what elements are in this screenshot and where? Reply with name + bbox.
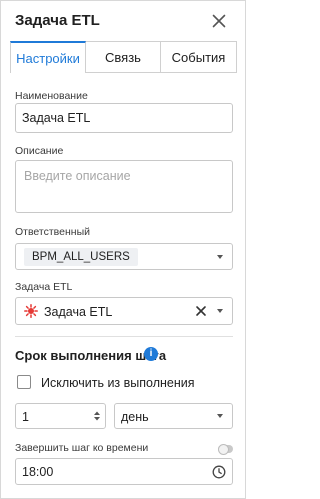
name-label: Наименование xyxy=(15,90,88,102)
etl-task-icon xyxy=(24,304,38,318)
close-button[interactable] xyxy=(209,11,229,31)
responsible-label: Ответственный xyxy=(15,226,90,238)
unit-value: день xyxy=(121,410,149,424)
panel-header: Задача ETL xyxy=(1,1,245,41)
divider xyxy=(15,336,233,337)
description-label: Описание xyxy=(15,145,64,157)
properties-panel: Задача ETL Настройки Связь События Наиме… xyxy=(0,0,246,499)
clear-icon[interactable] xyxy=(195,305,207,317)
finish-label: Завершить шаг ко времени xyxy=(15,442,149,454)
etl-task-label: Задача ETL xyxy=(15,281,73,293)
etl-task-value: Задача ETL xyxy=(44,305,113,319)
chevron-down-icon[interactable] xyxy=(217,254,223,259)
finish-toggle[interactable] xyxy=(218,443,233,455)
time-value: 18:00 xyxy=(22,465,54,479)
name-value: Задача ETL xyxy=(22,111,91,125)
description-field[interactable] xyxy=(15,160,233,213)
time-field[interactable]: 18:00 xyxy=(15,458,233,485)
description-input[interactable] xyxy=(16,161,232,212)
exclude-label: Исключить из выполнения xyxy=(41,376,195,390)
tab-bar: Настройки Связь События xyxy=(10,41,237,73)
tab-settings[interactable]: Настройки xyxy=(10,41,86,73)
panel-title: Задача ETL xyxy=(15,12,100,29)
info-icon[interactable]: i xyxy=(144,347,158,361)
tab-events[interactable]: События xyxy=(161,41,237,73)
amount-stepper[interactable]: 1 xyxy=(15,403,106,429)
chevron-down-icon[interactable] xyxy=(217,414,223,418)
unit-select[interactable]: день xyxy=(114,403,233,429)
chevron-down-icon[interactable] xyxy=(217,309,223,313)
name-field[interactable]: Задача ETL xyxy=(15,103,233,133)
tab-link[interactable]: Связь xyxy=(86,41,161,73)
toggle-knob xyxy=(218,443,229,455)
responsible-select[interactable]: BPM_ALL_USERS xyxy=(15,243,233,270)
stepper-icon[interactable] xyxy=(93,410,101,422)
etl-task-select[interactable]: Задача ETL xyxy=(15,297,233,325)
clock-icon[interactable] xyxy=(212,465,226,479)
exclude-checkbox[interactable] xyxy=(17,375,31,389)
amount-value: 1 xyxy=(22,410,29,424)
close-icon xyxy=(212,14,226,28)
responsible-chip: BPM_ALL_USERS xyxy=(24,248,138,266)
